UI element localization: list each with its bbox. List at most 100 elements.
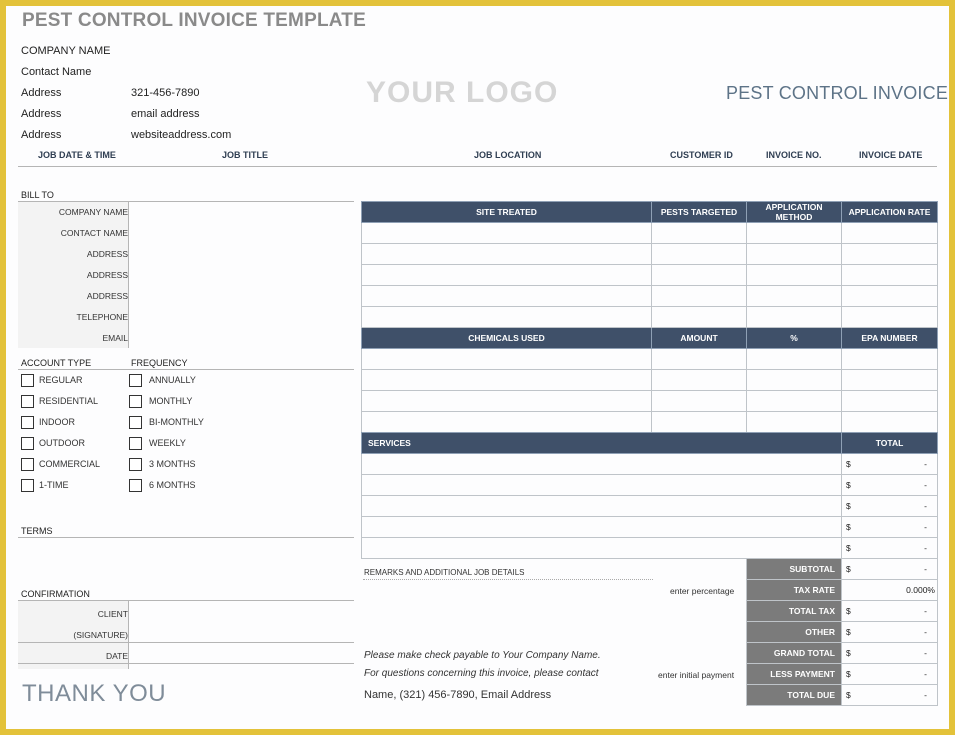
date-label: DATE <box>105 651 128 661</box>
service-total[interactable]: - <box>861 474 939 496</box>
remarks-label: REMARKS AND ADDITIONAL JOB DETAILS <box>364 568 525 577</box>
cell[interactable] <box>841 390 938 412</box>
date-divider <box>18 663 354 664</box>
amount-header: AMOUNT <box>651 327 747 349</box>
checkbox-monthly[interactable] <box>129 395 142 408</box>
cell[interactable] <box>361 243 652 265</box>
cell[interactable] <box>841 411 938 433</box>
total-due-value: - <box>861 684 938 706</box>
cell[interactable] <box>746 348 842 370</box>
cell[interactable] <box>841 285 938 307</box>
cell[interactable] <box>841 306 938 328</box>
table-row <box>361 264 938 286</box>
currency-symbol: $ <box>841 474 862 496</box>
company-email[interactable]: email address <box>131 108 199 120</box>
other-value[interactable]: - <box>861 621 938 643</box>
checkbox-indoor[interactable] <box>21 416 34 429</box>
company-address-2[interactable]: Address <box>21 108 61 120</box>
cell[interactable] <box>746 390 842 412</box>
cell[interactable] <box>361 222 652 244</box>
table-row <box>361 369 938 391</box>
cell[interactable] <box>651 348 747 370</box>
checkbox-residential[interactable] <box>21 395 34 408</box>
logo-placeholder[interactable]: YOUR LOGO <box>366 76 558 110</box>
cell[interactable] <box>361 411 652 433</box>
confirmation-date-field[interactable] <box>130 644 354 662</box>
cell[interactable] <box>651 306 747 328</box>
checkbox-annually[interactable] <box>129 374 142 387</box>
client-signature-field[interactable] <box>130 602 354 641</box>
epa-number-header: EPA NUMBER <box>841 327 938 349</box>
checkbox-1-time[interactable] <box>21 479 34 492</box>
currency-symbol: $ <box>841 495 862 517</box>
cell[interactable] <box>746 264 842 286</box>
checkbox-bi-monthly[interactable] <box>129 416 142 429</box>
checkbox-6-months[interactable] <box>129 479 142 492</box>
service-total[interactable]: - <box>861 516 939 538</box>
cell[interactable] <box>361 348 652 370</box>
customer-id-header: CUSTOMER ID <box>670 150 733 160</box>
cell[interactable] <box>841 369 938 391</box>
frequency-option: 6 MONTHS <box>149 480 196 490</box>
less-payment-value[interactable]: - <box>861 663 938 685</box>
cell[interactable] <box>841 243 938 265</box>
cell[interactable] <box>746 222 842 244</box>
service-total[interactable]: - <box>861 537 939 559</box>
cell[interactable] <box>841 264 938 286</box>
cell[interactable] <box>746 369 842 391</box>
bill-to-input-area[interactable] <box>130 202 354 348</box>
payment-hint: enter initial payment <box>658 670 735 680</box>
cell[interactable] <box>361 306 652 328</box>
checkbox-regular[interactable] <box>21 374 34 387</box>
cell[interactable] <box>651 390 747 412</box>
cell[interactable] <box>651 222 747 244</box>
cell[interactable] <box>651 285 747 307</box>
service-description[interactable] <box>361 537 842 559</box>
terms-divider <box>18 537 354 538</box>
cell[interactable] <box>746 243 842 265</box>
cell[interactable] <box>651 264 747 286</box>
cell[interactable] <box>361 369 652 391</box>
service-description[interactable] <box>361 453 842 475</box>
invoice-page: PEST CONTROL INVOICE TEMPLATE COMPANY NA… <box>6 6 949 729</box>
cell[interactable] <box>841 222 938 244</box>
checkbox-3-months[interactable] <box>129 458 142 471</box>
service-description[interactable] <box>361 495 842 517</box>
checkbox-outdoor[interactable] <box>21 437 34 450</box>
checkbox-weekly[interactable] <box>129 437 142 450</box>
cell[interactable] <box>361 285 652 307</box>
terms-input-area[interactable] <box>18 539 354 584</box>
checkbox-commercial[interactable] <box>21 458 34 471</box>
cell[interactable] <box>746 285 842 307</box>
currency-symbol: $ <box>841 642 862 664</box>
bill-to-address-label: ADDRESS <box>86 291 128 301</box>
service-total[interactable]: - <box>861 453 939 475</box>
cell[interactable] <box>361 390 652 412</box>
company-address-1[interactable]: Address <box>21 87 61 99</box>
company-address-3[interactable]: Address <box>21 129 61 141</box>
account-type-option: COMMERCIAL <box>39 459 101 469</box>
cell[interactable] <box>651 369 747 391</box>
summary-row-subtotal: SUBTOTAL $ - <box>746 558 938 580</box>
tax-rate-value[interactable]: 0.000% <box>861 579 938 601</box>
cell[interactable] <box>651 243 747 265</box>
total-tax-label: TOTAL TAX <box>746 600 842 622</box>
cell[interactable] <box>841 348 938 370</box>
bill-to-address-label: ADDRESS <box>86 270 128 280</box>
summary-table: SUBTOTAL $ - TAX RATE 0.000% TOTAL TAX $ - OT… <box>746 558 938 706</box>
contact-name[interactable]: Contact Name <box>21 66 91 78</box>
company-website[interactable]: websiteaddress.com <box>131 129 231 141</box>
cell[interactable] <box>651 411 747 433</box>
cell[interactable] <box>746 306 842 328</box>
service-total[interactable]: - <box>861 495 939 517</box>
account-type-option: RESIDENTIAL <box>39 396 99 406</box>
company-name[interactable]: COMPANY NAME <box>21 45 110 57</box>
job-date-time-header: JOB DATE & TIME <box>38 150 116 160</box>
cell[interactable] <box>361 264 652 286</box>
grand-total-value: - <box>861 642 938 664</box>
table-row: $ - <box>361 516 939 538</box>
service-description[interactable] <box>361 474 842 496</box>
cell[interactable] <box>746 411 842 433</box>
company-phone[interactable]: 321-456-7890 <box>131 87 200 99</box>
service-description[interactable] <box>361 516 842 538</box>
